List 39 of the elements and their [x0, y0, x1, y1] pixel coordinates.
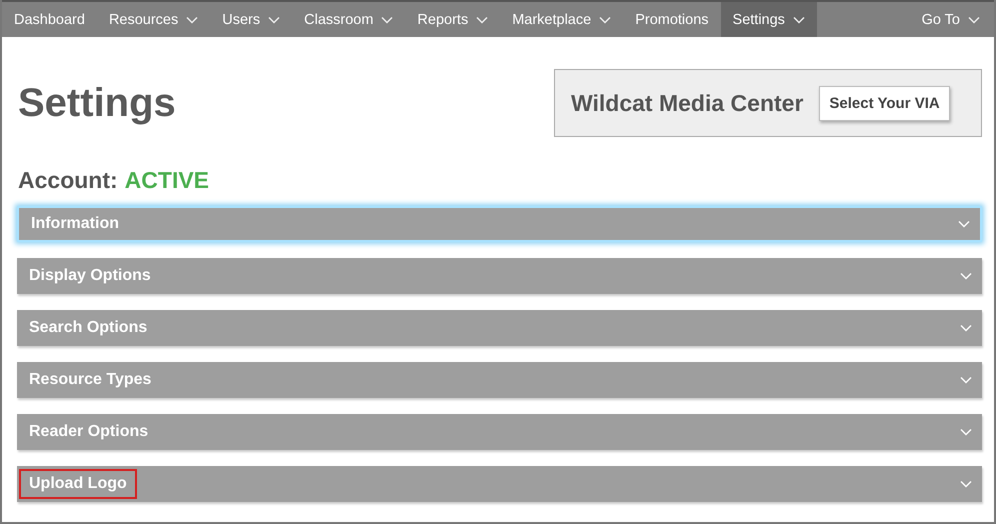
nav-tab[interactable]: Users: [210, 2, 292, 37]
nav-tab[interactable]: Classroom: [292, 2, 406, 37]
chevron-down-icon: [960, 480, 972, 488]
accordion-header[interactable]: Search Options: [17, 310, 982, 346]
chevron-down-icon: [268, 16, 280, 24]
nav-tab[interactable]: Resources: [96, 2, 210, 37]
chevron-down-icon: [960, 324, 972, 332]
accordion-header[interactable]: Reader Options: [17, 414, 982, 450]
accordion-header[interactable]: Display Options: [17, 258, 982, 294]
chevron-down-icon: [381, 16, 394, 24]
section-title: Upload Logo: [19, 469, 137, 499]
accordion-header[interactable]: Information: [17, 206, 982, 242]
page-title: Settings: [18, 81, 176, 127]
select-via-button[interactable]: Select Your VIA: [819, 86, 950, 120]
accordion-header[interactable]: Upload Logo: [17, 466, 982, 502]
nav-tab[interactable]: Dashboard: [2, 2, 97, 37]
goto-menu[interactable]: Go To: [910, 2, 994, 37]
chevron-down-icon: [958, 220, 970, 228]
nav-tab[interactable]: Reports: [405, 2, 500, 37]
nav-tab[interactable]: Promotions: [623, 2, 721, 37]
chevron-down-icon: [960, 376, 972, 384]
chevron-down-icon: [792, 16, 805, 24]
account-status: ACTIVE: [124, 167, 210, 194]
library-name: Wildcat Media Center: [571, 90, 804, 116]
section-title: Reader Options: [28, 422, 150, 442]
section-title: Search Options: [28, 318, 148, 338]
chevron-down-icon: [476, 16, 488, 24]
chevron-down-icon: [968, 16, 980, 24]
nav-tab[interactable]: Settings: [720, 2, 817, 37]
chevron-down-icon: [960, 428, 972, 436]
nav-tab[interactable]: Marketplace: [500, 2, 624, 37]
chevron-down-icon: [186, 16, 198, 24]
accordion-header[interactable]: Resource Types: [17, 362, 982, 398]
section-title: Resource Types: [28, 370, 152, 390]
section-title: Display Options: [28, 266, 152, 286]
section-title: Information: [30, 214, 120, 234]
chevron-down-icon: [599, 16, 612, 24]
chevron-down-icon: [960, 272, 972, 280]
account-label: Account:: [18, 167, 118, 194]
